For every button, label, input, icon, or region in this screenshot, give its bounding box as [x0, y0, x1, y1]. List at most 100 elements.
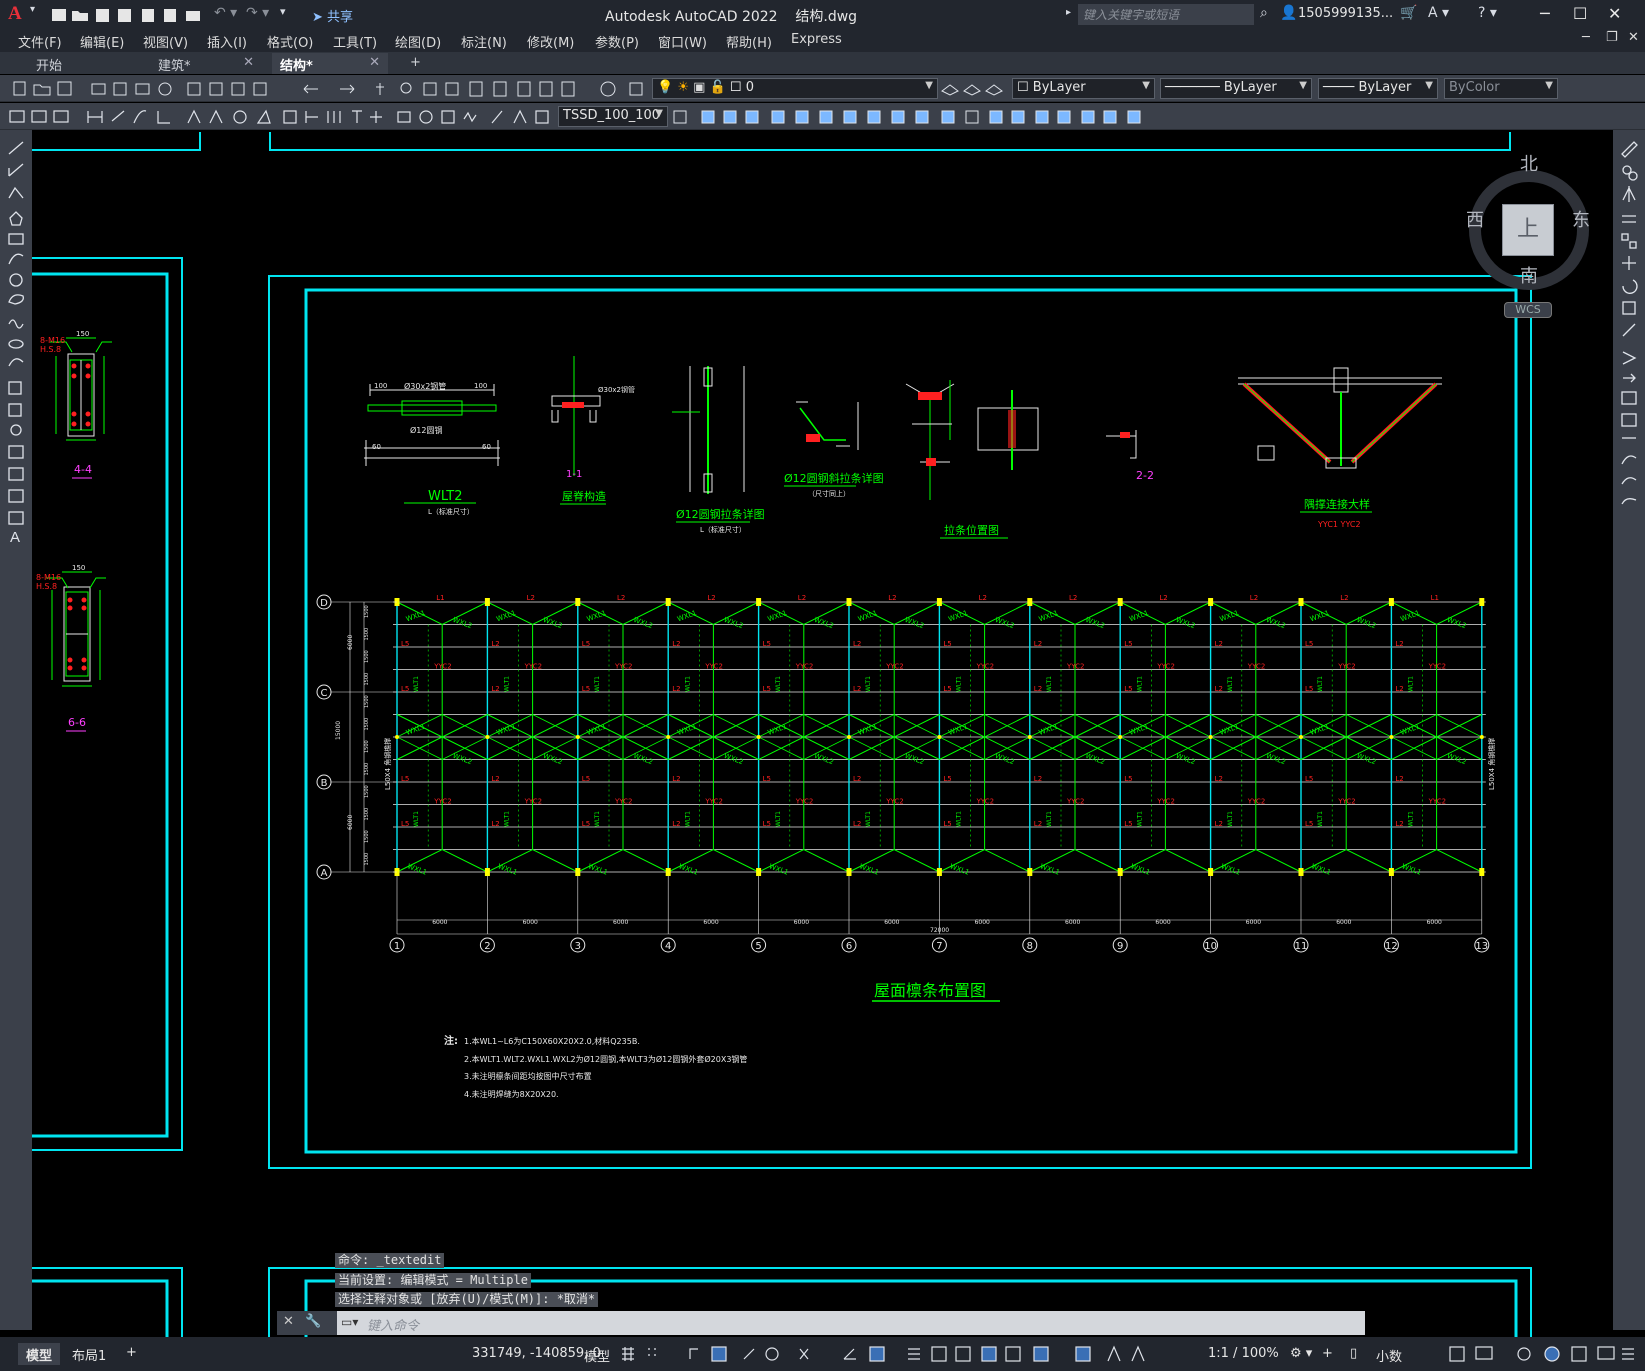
open-file-icon[interactable]: [72, 11, 88, 21]
save-as-icon[interactable]: [118, 9, 131, 22]
menu-draw[interactable]: 绘图(D): [395, 32, 441, 51]
wrench-icon[interactable]: 🔧: [305, 1314, 321, 1329]
search-icon[interactable]: ⌕: [1260, 5, 1268, 25]
modify-side-icons[interactable]: [1619, 138, 1639, 518]
doc-restore-icon[interactable]: ❐: [1606, 30, 1618, 45]
model-tab[interactable]: 模型: [18, 1343, 61, 1365]
gear-icon[interactable]: ⚙ ▾: [1290, 1346, 1312, 1361]
tab-structure[interactable]: 结构* ✕: [272, 53, 388, 74]
status-right-icons[interactable]: [1448, 1345, 1638, 1363]
menu-express[interactable]: Express: [791, 32, 842, 47]
compass-north[interactable]: 北: [1520, 150, 1538, 176]
menu-tools[interactable]: 工具(T): [333, 32, 377, 51]
lightbulb-icon[interactable]: 💡: [657, 80, 673, 95]
close-icon[interactable]: ✕: [283, 1314, 294, 1329]
compass-west[interactable]: 西: [1466, 206, 1484, 232]
command-prompt-icon[interactable]: ▭▾: [341, 1315, 358, 1329]
viewcube[interactable]: 上 北 南 东 西 WCS: [1466, 150, 1592, 320]
grade-label: H.S.8: [36, 582, 57, 591]
doc-minimize-icon[interactable]: ─: [1582, 30, 1590, 45]
menu-parameter[interactable]: 参数(P): [595, 32, 639, 51]
menu-edit[interactable]: 编辑(E): [80, 32, 124, 51]
brace-label: YYC2: [524, 663, 543, 671]
drafting-settings-icons[interactable]: [620, 1345, 1200, 1363]
menu-dimension[interactable]: 标注(N): [461, 32, 507, 51]
layout-tab[interactable]: 布局1: [64, 1343, 114, 1365]
help-icon[interactable]: ? ▾: [1478, 5, 1497, 25]
sun-icon[interactable]: ☀: [677, 80, 689, 95]
save-icon[interactable]: [96, 9, 109, 22]
dimension-tools-icons[interactable]: [8, 107, 558, 125]
drawing-svg[interactable]: 8-M16 H.S.8 150 4-4 8-M16 H.S.8 150 6-6 …: [32, 132, 1613, 1340]
command-line-handle[interactable]: ✕ 🔧: [277, 1311, 337, 1335]
add-layout-button[interactable]: +: [118, 1343, 145, 1365]
export-icon[interactable]: [164, 9, 176, 22]
close-icon[interactable]: ✕: [1608, 4, 1621, 23]
app-menu-chevron-icon[interactable]: ▾: [30, 4, 35, 24]
compass-south[interactable]: 南: [1520, 262, 1538, 288]
y-dimension: 1500: [364, 808, 370, 821]
cart-icon[interactable]: 🛒: [1400, 5, 1417, 25]
draw-tools-icons[interactable]: A: [6, 138, 26, 558]
layer-dropdown[interactable]: 💡 ☀ ▣ 🔓 ☐ 0 ▼: [652, 78, 938, 99]
publish-icon[interactable]: [142, 9, 154, 22]
tie-label: WLT1: [1227, 676, 1234, 692]
app-logo-icon[interactable]: A: [8, 3, 22, 25]
menu-file[interactable]: 文件(F): [18, 32, 62, 51]
tab-close-icon[interactable]: ✕: [369, 55, 380, 70]
annotation-scale[interactable]: 1:1 / 100%: [1208, 1346, 1279, 1361]
tab-start[interactable]: 开始: [28, 53, 138, 74]
tab-close-icon[interactable]: ✕: [243, 55, 254, 70]
viewport-freeze-icon[interactable]: ▣: [693, 80, 705, 95]
compass-east[interactable]: 东: [1572, 206, 1590, 232]
minimize-icon[interactable]: ─: [1540, 4, 1550, 23]
menu-insert[interactable]: 插入(I): [207, 32, 247, 51]
menu-modify[interactable]: 修改(M): [527, 32, 574, 51]
new-tab-button[interactable]: +: [402, 53, 426, 74]
command-input[interactable]: 键入命令: [367, 1315, 419, 1334]
brace-label: YYC2: [976, 798, 995, 806]
wcs-menu[interactable]: WCS: [1504, 302, 1552, 318]
layer-name: 0: [745, 80, 754, 95]
detail-subtitle: L（标准尺寸）: [428, 507, 474, 516]
tie-label: WXL2: [1265, 616, 1287, 630]
redo-icon[interactable]: ↷ ▾: [246, 5, 269, 25]
model-space-toggle[interactable]: 模型: [584, 1346, 610, 1365]
menu-window[interactable]: 窗口(W): [658, 32, 707, 51]
linetype-dropdown[interactable]: ─────── ByLayer ▼: [1160, 78, 1312, 99]
units-icon[interactable]: ▯: [1350, 1346, 1357, 1361]
undo-icon[interactable]: ↶ ▾: [214, 5, 237, 25]
search-input[interactable]: 键入关键字或短语: [1078, 4, 1254, 25]
user-icon[interactable]: 👤: [1280, 5, 1297, 25]
purlin-label: L2: [979, 594, 987, 602]
menu-format[interactable]: 格式(O): [267, 32, 313, 51]
drawing-canvas[interactable]: 8-M16 H.S.8 150 4-4 8-M16 H.S.8 150 6-6 …: [32, 132, 1613, 1340]
qat-more-icon[interactable]: ▾: [280, 5, 286, 25]
plus-icon[interactable]: +: [1322, 1346, 1333, 1361]
tie-label: WLT1: [1408, 811, 1415, 827]
units-value[interactable]: 小数: [1376, 1346, 1402, 1365]
standard-toolbar-icons[interactable]: [10, 79, 650, 97]
coordinates-readout[interactable]: 331749, -140859, 0: [472, 1346, 601, 1361]
layer-tools-icons[interactable]: [940, 79, 1004, 97]
lock-icon[interactable]: 🔓: [710, 80, 726, 95]
menu-help[interactable]: 帮助(H): [726, 32, 772, 51]
share-button[interactable]: ➤ 共享: [312, 6, 353, 25]
search-expand-icon[interactable]: ▸: [1066, 7, 1071, 27]
lineweight-dropdown[interactable]: ──── ByLayer ▼: [1318, 78, 1438, 99]
tab-architecture[interactable]: 建筑* ✕: [150, 53, 262, 74]
doc-close-icon[interactable]: ✕: [1628, 30, 1639, 45]
user-name[interactable]: 1505999135...: [1298, 6, 1393, 21]
plotstyle-dropdown[interactable]: ByColor ▼: [1444, 78, 1558, 99]
dimstyle-dropdown[interactable]: TSSD_100_100 ▼: [558, 106, 668, 127]
a360-icon[interactable]: A ▾: [1428, 5, 1449, 25]
modify-tools-icons[interactable]: [672, 107, 1212, 125]
plot-icon[interactable]: [186, 11, 200, 21]
viewcube-top-face[interactable]: 上: [1502, 204, 1554, 256]
new-file-icon[interactable]: [52, 9, 66, 21]
command-history-line: 当前设置: 编辑模式 = Multiple: [335, 1273, 531, 1288]
menu-view[interactable]: 视图(V): [143, 32, 188, 51]
maximize-icon[interactable]: ☐: [1573, 4, 1587, 23]
color-dropdown[interactable]: ☐ ByLayer ▼: [1012, 78, 1155, 99]
command-line[interactable]: ✕ 🔧 ▭▾ 键入命令: [277, 1311, 1365, 1335]
